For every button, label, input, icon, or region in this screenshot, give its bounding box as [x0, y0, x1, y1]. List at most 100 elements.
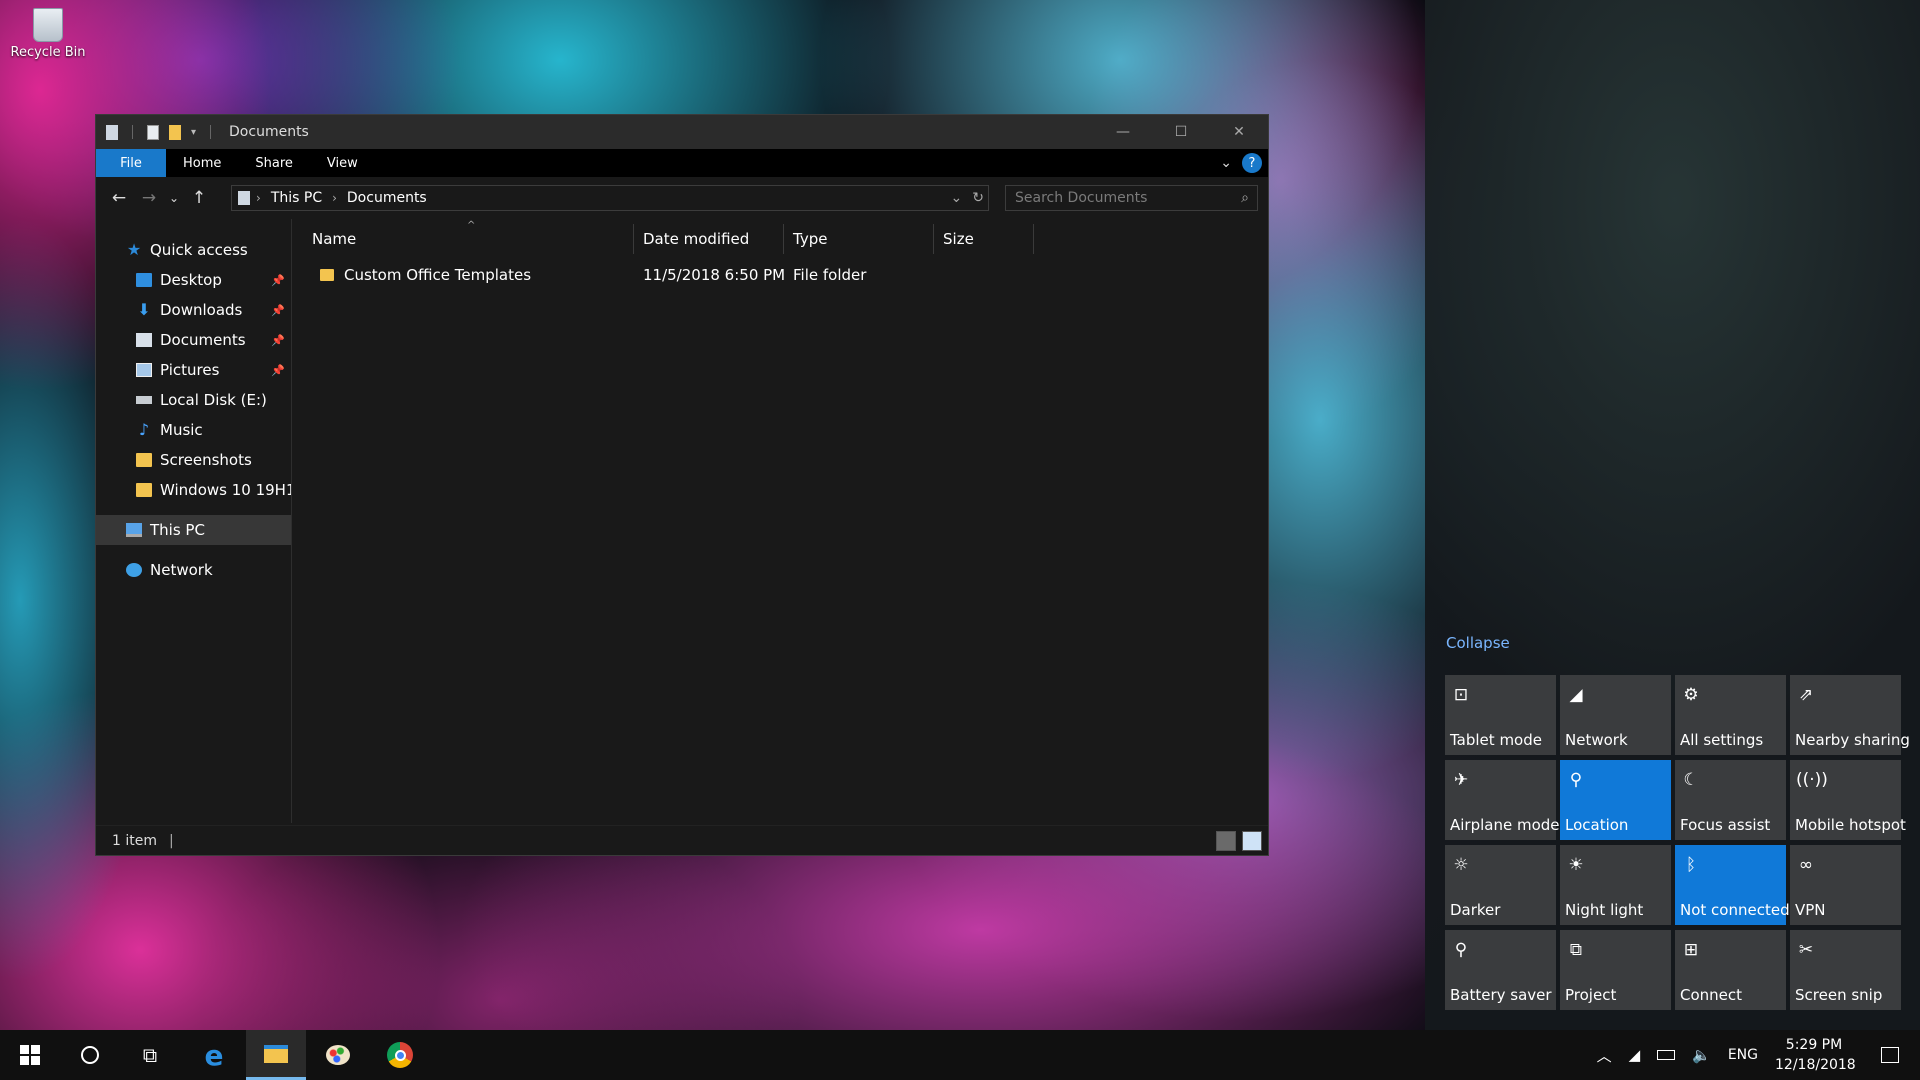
paint-palette-icon [326, 1045, 350, 1065]
customize-toolbar-icon[interactable]: ▾ [191, 127, 196, 138]
nav-item-screenshots[interactable]: Screenshots [96, 445, 291, 475]
clock[interactable]: 5:29 PM 12/18/2018 [1775, 1035, 1856, 1075]
quick-action-location[interactable]: ⚲ Location [1560, 760, 1671, 840]
search-input[interactable] [1015, 190, 1225, 206]
up-button[interactable]: ↑ [184, 188, 214, 208]
new-folder-icon[interactable] [169, 124, 181, 140]
document-app-icon [106, 124, 118, 140]
column-type[interactable]: Type [784, 224, 934, 254]
action-center-panel: Collapse ⊡ Tablet mode ◢ Network ⚙ All settin… [1425, 0, 1920, 1030]
large-icons-view-button[interactable] [1242, 831, 1262, 851]
cortana-button[interactable] [60, 1030, 120, 1080]
file-explorer-taskbar-button[interactable] [246, 1030, 306, 1080]
quick-action-all-settings[interactable]: ⚙ All settings [1675, 675, 1786, 755]
details-view-button[interactable] [1216, 831, 1236, 851]
wifi-icon[interactable]: ◢ [1629, 1046, 1641, 1064]
nav-item-windows-10-19h1[interactable]: Windows 10 19H1 I: [96, 475, 291, 505]
nav-item-downloads[interactable]: ⬇ Downloads 📌 [96, 295, 291, 325]
column-date-modified[interactable]: Date modified [634, 224, 784, 254]
connect-icon: ⊞ [1683, 940, 1699, 960]
tab-share[interactable]: Share [238, 149, 310, 177]
nav-this-pc[interactable]: This PC [96, 515, 291, 545]
chrome-icon [387, 1042, 413, 1068]
close-button[interactable]: ✕ [1210, 115, 1268, 149]
tab-view[interactable]: View [310, 149, 375, 177]
nav-item-desktop[interactable]: Desktop 📌 [96, 265, 291, 295]
input-language[interactable]: ENG [1728, 1047, 1758, 1063]
battery-icon[interactable] [1657, 1050, 1676, 1060]
quick-action-project[interactable]: ⧉ Project [1560, 930, 1671, 1010]
nav-label: Windows 10 19H1 I: [160, 481, 291, 499]
column-size[interactable]: Size [934, 224, 1034, 254]
properties-icon[interactable] [147, 124, 159, 140]
close-icon: ✕ [1233, 124, 1245, 140]
screen-snip-icon: ✂ [1798, 940, 1814, 960]
pictures-icon [136, 363, 152, 377]
breadcrumb-this-pc[interactable]: This PC [267, 190, 326, 206]
notifications-icon [1881, 1047, 1899, 1063]
recycle-bin-shortcut[interactable]: Recycle Bin [6, 8, 90, 60]
minimize-button[interactable]: — [1094, 115, 1152, 149]
start-button[interactable] [0, 1030, 60, 1080]
back-button[interactable]: ← [104, 188, 134, 208]
pin-icon[interactable]: 📌 [271, 364, 285, 377]
maximize-button[interactable]: ☐ [1152, 115, 1210, 149]
title-bar[interactable]: ▾ Documents — ☐ ✕ [96, 115, 1268, 149]
breadcrumb-separator[interactable]: › [326, 191, 343, 205]
quick-action-label: Location [1565, 816, 1629, 834]
quick-action-label: Focus assist [1680, 816, 1771, 834]
taskbar: ⧉ e ︿ ◢ 🔈 ENG 5:29 PM 12/18/2018 [0, 1030, 1920, 1080]
quick-action-label: Nearby sharing [1795, 731, 1910, 749]
address-dropdown-icon[interactable]: ⌄ [951, 190, 963, 206]
recycle-bin-label: Recycle Bin [10, 45, 86, 60]
show-hidden-icons-icon[interactable]: ︿ [1597, 1045, 1612, 1066]
task-view-button[interactable]: ⧉ [120, 1030, 180, 1080]
clock-date: 12/18/2018 [1775, 1057, 1856, 1073]
search-box[interactable]: ⌕ [1005, 185, 1258, 211]
address-bar[interactable]: › This PC › Documents ⌄ ↻ [231, 185, 989, 211]
forward-button[interactable]: → [134, 188, 164, 208]
nav-item-music[interactable]: ♪ Music [96, 415, 291, 445]
action-center-button[interactable] [1870, 1047, 1910, 1063]
nav-quick-access[interactable]: ★ Quick access [96, 235, 291, 265]
quick-action-battery-saver[interactable]: ⚲ Battery saver [1445, 930, 1556, 1010]
edge-taskbar-button[interactable]: e [184, 1030, 244, 1080]
table-row[interactable]: Custom Office Templates 11/5/2018 6:50 P… [292, 259, 1268, 291]
refresh-icon[interactable]: ↻ [972, 190, 984, 206]
nav-network[interactable]: Network [96, 555, 291, 585]
help-icon[interactable]: ? [1242, 153, 1262, 173]
quick-action-nearby-sharing[interactable]: ⇗ Nearby sharing [1790, 675, 1910, 755]
folder-icon [136, 483, 152, 497]
quick-action-not-connected[interactable]: ᛒ Not connected [1675, 845, 1790, 925]
pin-icon[interactable]: 📌 [271, 304, 285, 317]
quick-action-screen-snip[interactable]: ✂ Screen snip [1790, 930, 1901, 1010]
quick-action-airplane-mode[interactable]: ✈ Airplane mode [1445, 760, 1560, 840]
nav-item-pictures[interactable]: Pictures 📌 [96, 355, 291, 385]
quick-action-focus-assist[interactable]: ☾ Focus assist [1675, 760, 1786, 840]
paint-taskbar-button[interactable] [308, 1030, 368, 1080]
breadcrumb-documents[interactable]: Documents [343, 190, 431, 206]
quick-action-night-light[interactable]: ☀ Night light [1560, 845, 1671, 925]
breadcrumb-separator[interactable]: › [250, 191, 267, 205]
quick-action-connect[interactable]: ⊞ Connect [1675, 930, 1786, 1010]
quick-action-tablet-mode[interactable]: ⊡ Tablet mode [1445, 675, 1556, 755]
quick-action-network[interactable]: ◢ Network [1560, 675, 1671, 755]
quick-action-darker[interactable]: ☼ Darker [1445, 845, 1556, 925]
pin-icon[interactable]: 📌 [271, 274, 285, 287]
column-label: Type [793, 230, 828, 248]
recent-locations-button[interactable]: ⌄ [164, 191, 184, 205]
nav-item-local-disk[interactable]: Local Disk (E:) [96, 385, 291, 415]
tab-file[interactable]: File [96, 149, 166, 177]
collapse-link[interactable]: Collapse [1446, 634, 1510, 652]
quick-action-vpn[interactable]: ∞ VPN [1790, 845, 1901, 925]
chrome-taskbar-button[interactable] [370, 1030, 430, 1080]
expand-ribbon-icon[interactable]: ⌄ [1220, 155, 1232, 171]
column-name[interactable]: Name ^ [292, 220, 634, 254]
quick-action-mobile-hotspot[interactable]: ((·)) Mobile hotspot [1790, 760, 1906, 840]
volume-icon[interactable]: 🔈 [1692, 1046, 1711, 1064]
tab-home[interactable]: Home [166, 149, 238, 177]
search-icon[interactable]: ⌕ [1241, 190, 1249, 206]
pin-icon[interactable]: 📌 [271, 334, 285, 347]
hotspot-icon: ((·)) [1796, 770, 1828, 790]
nav-item-documents[interactable]: Documents 📌 [96, 325, 291, 355]
